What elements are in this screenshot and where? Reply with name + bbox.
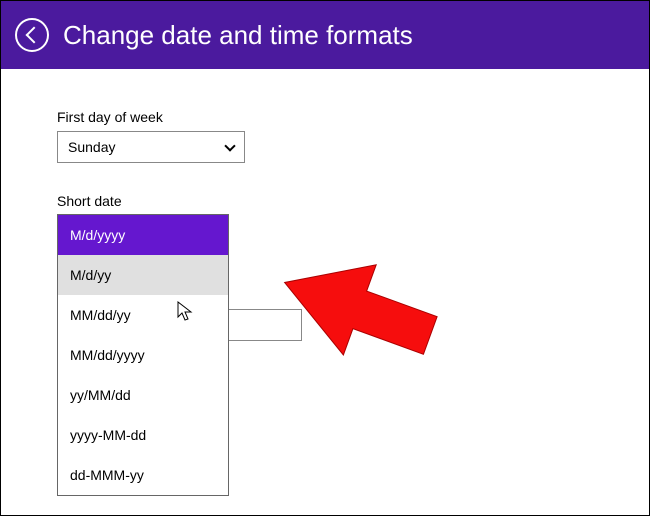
short-date-label: Short date — [57, 193, 593, 209]
first-day-label: First day of week — [57, 109, 593, 125]
short-date-option[interactable]: yy/MM/dd — [58, 375, 228, 415]
short-date-option[interactable]: dd-MMM-yy — [58, 455, 228, 495]
short-date-option[interactable]: M/d/yy — [58, 255, 228, 295]
content-area: First day of week Sunday Short date M/d/… — [1, 69, 649, 255]
chevron-down-icon — [224, 140, 235, 151]
short-date-option[interactable]: MM/dd/yy — [58, 295, 228, 335]
short-date-option[interactable]: yyyy-MM-dd — [58, 415, 228, 455]
page-title: Change date and time formats — [63, 20, 413, 51]
short-date-option[interactable]: MM/dd/yyyy — [58, 335, 228, 375]
back-button[interactable] — [15, 18, 49, 52]
back-arrow-icon — [25, 27, 42, 44]
short-date-collapsed-edge — [227, 309, 302, 341]
short-date-option[interactable]: M/d/yyyy — [58, 215, 228, 255]
first-day-select[interactable]: Sunday — [57, 131, 245, 163]
first-day-select-wrap: Sunday — [57, 131, 245, 163]
short-date-dropdown[interactable]: M/d/yyyy M/d/yy MM/dd/yy MM/dd/yyyy yy/M… — [57, 214, 229, 496]
first-day-value: Sunday — [68, 139, 115, 155]
annotation-arrow-icon — [231, 248, 451, 358]
header-bar: Change date and time formats — [1, 1, 649, 69]
